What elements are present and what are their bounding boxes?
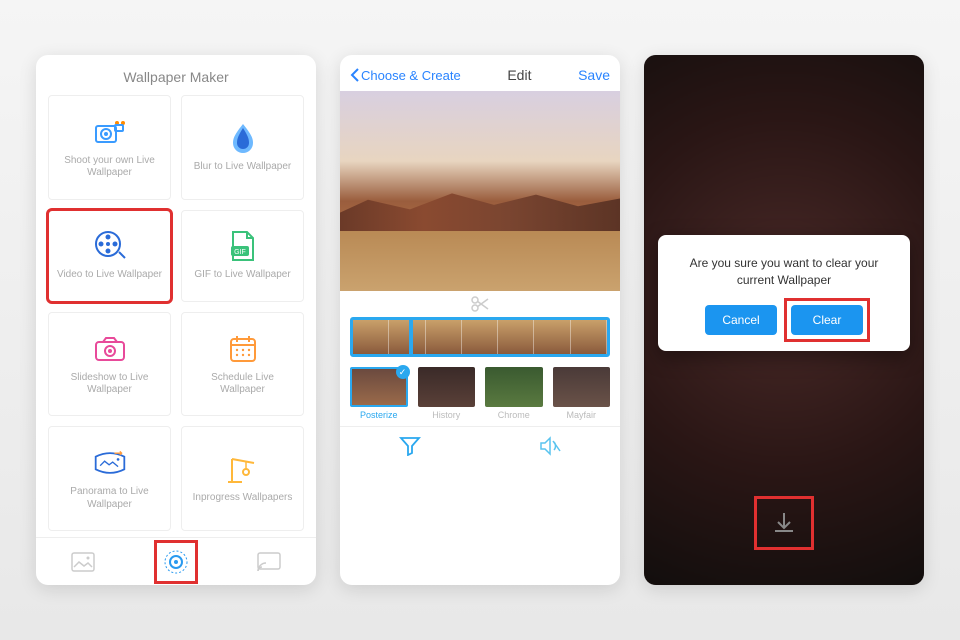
cancel-button[interactable]: Cancel — [705, 305, 777, 335]
save-button[interactable]: Save — [578, 67, 610, 83]
page-title: Wallpaper Maker — [36, 55, 316, 95]
filter-chrome[interactable]: Chrome — [485, 367, 543, 420]
download-button[interactable] — [764, 503, 804, 543]
cell-gif-live[interactable]: GIF GIF to Live Wallpaper — [181, 210, 304, 302]
check-icon: ✓ — [396, 365, 410, 379]
cell-slideshow-live[interactable]: Slideshow to Live Wallpaper — [48, 312, 171, 417]
crane-icon — [226, 452, 260, 486]
scissors-icon — [470, 295, 490, 313]
filter-mayfair[interactable]: Mayfair — [553, 367, 611, 420]
speaker-muted-icon — [538, 436, 562, 456]
tab-gallery[interactable] — [65, 544, 101, 580]
edit-screen: Choose & Create Edit Save ✓ Posterize Hi… — [340, 55, 620, 585]
clear-dialog-screen: Are you sure you want to clear your curr… — [644, 55, 924, 585]
filter-row: ✓ Posterize History Chrome Mayfair — [340, 367, 620, 426]
filter-history[interactable]: History — [418, 367, 476, 420]
highlight — [754, 496, 814, 550]
preview-image — [340, 91, 620, 291]
split-button[interactable] — [340, 291, 620, 317]
wallpaper-maker-screen: Wallpaper Maker Shoot your own Live Wall… — [36, 55, 316, 585]
chevron-left-icon — [350, 68, 359, 82]
cell-blur-live[interactable]: Blur to Live Wallpaper — [181, 95, 304, 200]
edit-footer — [340, 426, 620, 470]
bottom-nav — [36, 537, 316, 585]
drop-icon — [226, 121, 260, 155]
mute-tab[interactable] — [538, 436, 562, 461]
tab-maker[interactable] — [158, 544, 194, 580]
filter-posterize[interactable]: ✓ Posterize — [350, 367, 408, 420]
confirm-dialog: Are you sure you want to clear your curr… — [658, 235, 910, 351]
gif-file-icon: GIF — [226, 229, 260, 263]
camera-icon — [93, 115, 127, 149]
edit-title: Edit — [507, 67, 531, 83]
cell-panorama-live[interactable]: Panorama to Live Wallpaper — [48, 426, 171, 531]
video-timeline[interactable] — [350, 317, 610, 357]
cell-shoot-live[interactable]: Shoot your own Live Wallpaper — [48, 95, 171, 200]
funnel-icon — [399, 436, 421, 456]
tab-cast[interactable] — [251, 544, 287, 580]
edit-header: Choose & Create Edit Save — [340, 55, 620, 91]
back-button[interactable]: Choose & Create — [350, 68, 461, 83]
svg-text:GIF: GIF — [234, 249, 246, 256]
cell-inprogress[interactable]: Inprogress Wallpapers — [181, 426, 304, 531]
camera-pink-icon — [93, 332, 127, 366]
highlight — [784, 298, 870, 342]
highlight — [154, 540, 198, 584]
trim-handle[interactable] — [409, 318, 413, 356]
dialog-message: Are you sure you want to clear your curr… — [676, 255, 892, 289]
panorama-icon — [93, 446, 127, 480]
calendar-icon — [226, 332, 260, 366]
cell-video-live[interactable]: Video to Live Wallpaper — [48, 210, 171, 302]
filter-tab[interactable] — [399, 436, 421, 461]
cell-schedule-live[interactable]: Schedule Live Wallpaper — [181, 312, 304, 417]
maker-grid: Shoot your own Live Wallpaper Blur to Li… — [36, 95, 316, 537]
film-reel-icon — [93, 229, 127, 263]
